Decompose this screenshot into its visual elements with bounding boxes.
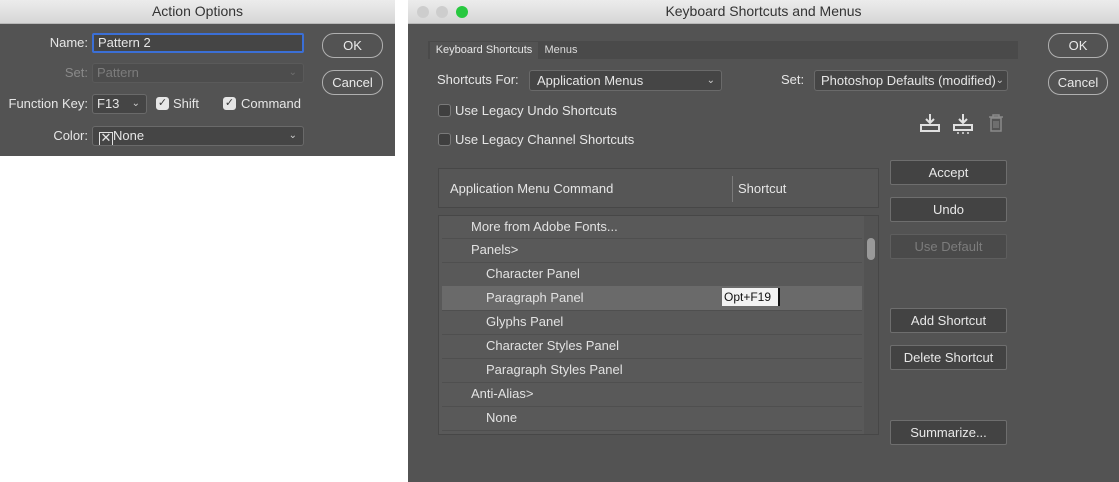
- shortcuts-for-value: Application Menus: [537, 73, 644, 88]
- undo-button[interactable]: Undo: [890, 197, 1007, 222]
- tab-keyboard-shortcuts[interactable]: Keyboard Shortcuts: [430, 42, 538, 60]
- cancel-button[interactable]: Cancel: [1048, 70, 1108, 95]
- legacy-undo-label: Use Legacy Undo Shortcuts: [455, 103, 617, 118]
- keyboard-shortcuts-titlebar: Keyboard Shortcuts and Menus: [408, 0, 1119, 24]
- tab-menus[interactable]: Menus: [541, 42, 581, 60]
- chevron-down-icon: ⌄: [288, 130, 297, 141]
- save-set-as-icon[interactable]: [952, 112, 974, 137]
- shortcuts-for-select[interactable]: Application Menus ⌄: [529, 70, 722, 91]
- function-key-value: F13: [97, 96, 120, 111]
- chevron-down-icon: ⌄: [706, 75, 715, 86]
- row-command-label: More from Adobe Fonts...: [471, 219, 618, 234]
- shift-label: Shift: [173, 96, 200, 111]
- close-window-icon[interactable]: [417, 6, 429, 18]
- action-options-window: Action Options Name: Pattern 2 Set: Patt…: [0, 0, 395, 156]
- tab-menus-label: Menus: [544, 44, 578, 56]
- ok-button[interactable]: OK: [1048, 33, 1108, 58]
- color-select-value: None: [113, 128, 145, 143]
- row-command-label: Panels>: [471, 242, 519, 257]
- set-label: Set:: [781, 72, 805, 87]
- table-row[interactable]: Panels>: [442, 238, 862, 263]
- zoom-window-icon[interactable]: [456, 6, 468, 18]
- name-input[interactable]: Pattern 2: [92, 33, 304, 53]
- row-command-label: Character Panel: [486, 266, 580, 281]
- delete-shortcut-button[interactable]: Delete Shortcut: [890, 345, 1007, 370]
- keyboard-shortcuts-window: Keyboard Shortcuts and Menus Keyboard Sh…: [408, 0, 1119, 482]
- save-set-icon[interactable]: [919, 112, 941, 137]
- shift-checkbox[interactable]: ✓: [156, 97, 169, 110]
- accept-button[interactable]: Accept: [890, 160, 1007, 185]
- minimize-window-icon[interactable]: [436, 6, 448, 18]
- add-shortcut-button[interactable]: Add Shortcut: [890, 308, 1007, 333]
- table-row[interactable]: Paragraph Styles Panel: [442, 358, 862, 383]
- chevron-down-icon: ⌄: [288, 67, 297, 78]
- scrollbar-track[interactable]: [864, 216, 878, 434]
- action-options-title: Action Options: [151, 3, 244, 19]
- legacy-undo-checkbox[interactable]: [438, 104, 451, 117]
- table-row[interactable]: None: [442, 406, 862, 431]
- command-checkbox[interactable]: ✓: [223, 97, 236, 110]
- table-row-selected[interactable]: Paragraph Panel Opt+F19: [442, 286, 862, 311]
- row-command-label: Glyphs Panel: [486, 314, 564, 329]
- function-key-select[interactable]: F13 ⌄: [92, 94, 147, 114]
- table-row[interactable]: Anti-Alias>: [442, 382, 862, 407]
- shortcuts-table: More from Adobe Fonts... Panels> Charact…: [438, 215, 879, 435]
- ok-button[interactable]: OK: [322, 33, 383, 58]
- column-divider: [732, 176, 733, 202]
- row-command-label: None: [486, 410, 518, 425]
- cancel-button[interactable]: Cancel: [322, 70, 383, 95]
- command-column-header[interactable]: Application Menu Command: [450, 181, 613, 196]
- trash-icon[interactable]: [987, 113, 1005, 136]
- row-command-label: Character Styles Panel: [486, 338, 619, 353]
- set-select: Pattern ⌄: [92, 63, 304, 83]
- summarize-button[interactable]: Summarize...: [890, 420, 1007, 445]
- table-row[interactable]: Character Panel: [442, 262, 862, 287]
- function-key-label: Function Key:: [8, 96, 89, 111]
- row-command-label: Paragraph Styles Panel: [486, 362, 623, 377]
- name-label: Name:: [49, 35, 88, 50]
- keyboard-shortcuts-title: Keyboard Shortcuts and Menus: [665, 3, 862, 19]
- set-select[interactable]: Photoshop Defaults (modified) ⌄: [814, 70, 1008, 91]
- color-label: Color:: [53, 128, 88, 143]
- action-options-titlebar: Action Options: [0, 0, 395, 24]
- legacy-channel-label: Use Legacy Channel Shortcuts: [455, 132, 635, 147]
- table-header: Application Menu Command Shortcut: [438, 168, 879, 208]
- table-row[interactable]: More from Adobe Fonts...: [442, 216, 862, 239]
- chevron-down-icon: ⌄: [995, 75, 1004, 86]
- set-value: Photoshop Defaults (modified): [821, 73, 996, 88]
- scrollbar-thumb[interactable]: [867, 238, 875, 260]
- set-select-value: Pattern: [97, 65, 139, 80]
- shortcut-input[interactable]: Opt+F19: [722, 288, 780, 306]
- color-select[interactable]: ✕ None ⌄: [92, 126, 304, 146]
- shortcuts-for-label: Shortcuts For:: [437, 72, 519, 87]
- none-color-icon: ✕: [99, 130, 113, 145]
- row-command-label: Anti-Alias>: [471, 386, 534, 401]
- chevron-down-icon: ⌄: [131, 98, 140, 109]
- table-row[interactable]: Character Styles Panel: [442, 334, 862, 359]
- tab-keyboard-shortcuts-label: Keyboard Shortcuts: [435, 44, 533, 56]
- table-row[interactable]: Glyphs Panel: [442, 310, 862, 335]
- command-label: Command: [241, 96, 301, 111]
- use-default-button: Use Default: [890, 234, 1007, 259]
- set-label: Set:: [64, 65, 88, 80]
- shortcut-column-header[interactable]: Shortcut: [738, 181, 786, 196]
- row-command-label: Paragraph Panel: [486, 290, 584, 305]
- legacy-channel-checkbox[interactable]: [438, 133, 451, 146]
